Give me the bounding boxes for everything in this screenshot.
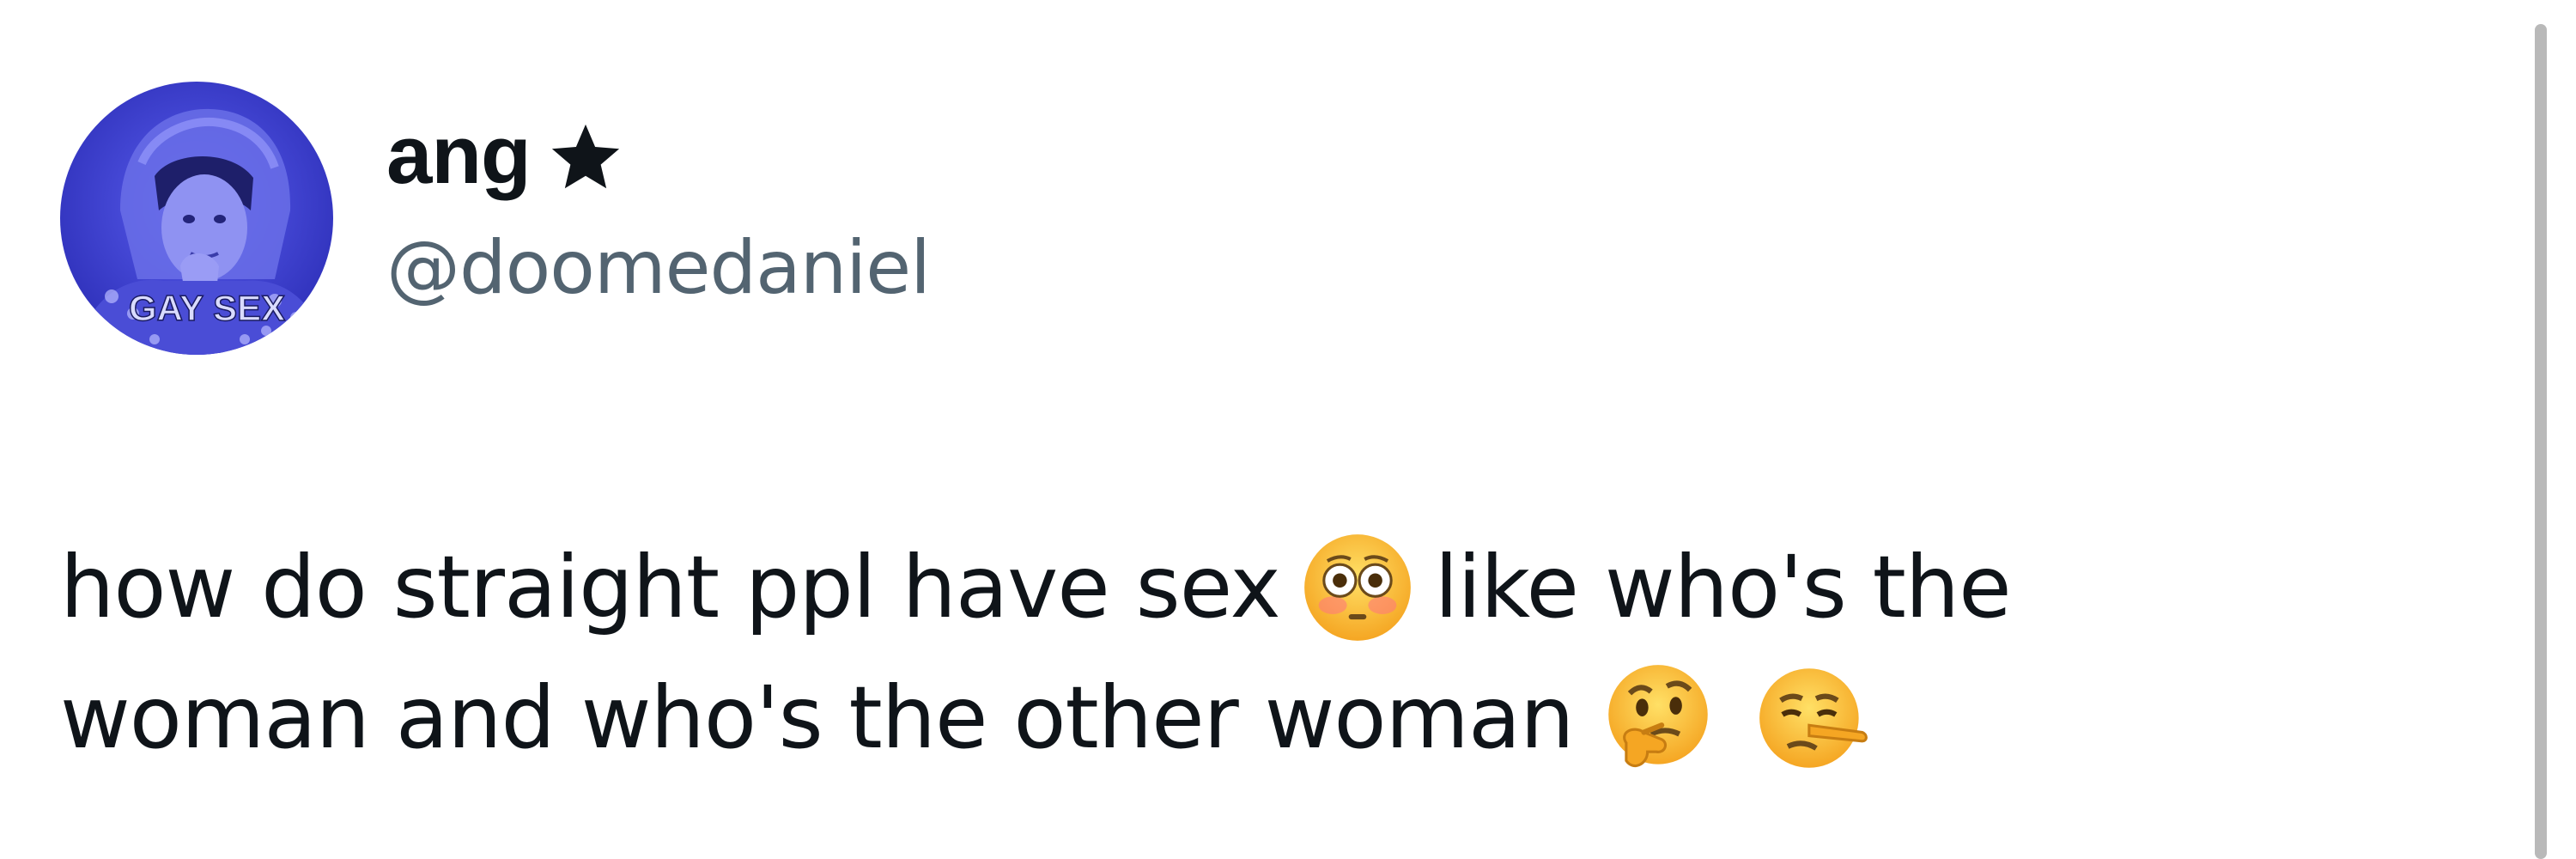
tweet-text: how do straight ppl have sex like who's … (60, 522, 2447, 783)
tweet-text-line-2: woman and who's the other woman (60, 653, 2447, 783)
tweet-text-segment: like who's the (1434, 537, 2012, 637)
scrollbar[interactable] (2535, 24, 2547, 859)
user-handle[interactable]: @doomedaniel (386, 225, 931, 311)
display-name-row[interactable]: ang (386, 108, 625, 203)
tweet-text-segment: woman and who's the other woman (60, 667, 1575, 768)
avatar-overlay-text: GAY SEX (129, 288, 285, 328)
avatar-image: GAY SEX (60, 82, 333, 355)
display-name[interactable]: ang (386, 108, 532, 203)
avatar[interactable]: GAY SEX (60, 82, 333, 355)
tweet-text-line-1: how do straight ppl have sex like who's … (60, 522, 2447, 653)
flushed-face-emoji (1301, 531, 1414, 644)
star-icon (546, 119, 625, 198)
tweet-text-segment: how do straight ppl have sex (60, 537, 1281, 637)
thinking-face-emoji (1601, 661, 1715, 775)
lying-face-emoji (1756, 661, 1869, 775)
tweet[interactable]: GAY SEX ang @doomedaniel how do straight… (0, 0, 2533, 859)
